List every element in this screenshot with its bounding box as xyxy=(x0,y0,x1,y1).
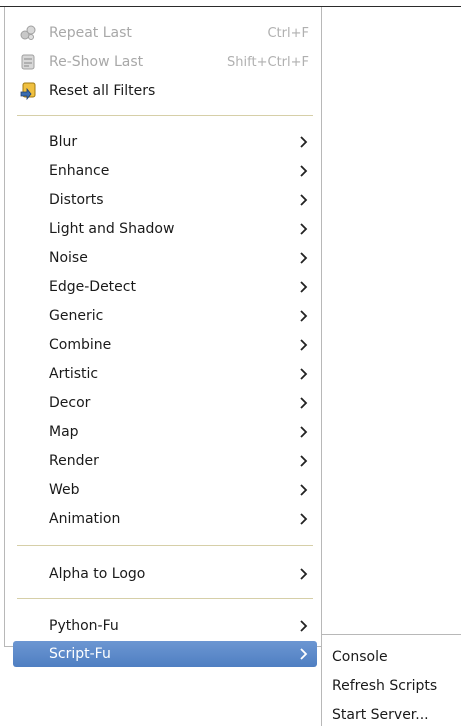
menu-item-reshow-last[interactable]: Re-Show Last Shift+Ctrl+F xyxy=(13,49,317,75)
chevron-right-icon xyxy=(300,223,308,235)
menu-item-enhance[interactable]: Enhance xyxy=(13,158,317,184)
chevron-right-icon xyxy=(300,368,308,380)
submenu-item-console[interactable]: Console xyxy=(332,645,388,669)
menu-item-combine[interactable]: Combine xyxy=(13,332,317,358)
menu-item-label: Web xyxy=(49,482,80,498)
menu-item-decor[interactable]: Decor xyxy=(13,390,317,416)
menu-item-light-and-shadow[interactable]: Light and Shadow xyxy=(13,216,317,242)
chevron-right-icon xyxy=(300,339,308,351)
menu-item-web[interactable]: Web xyxy=(13,477,317,503)
menu-item-edge-detect[interactable]: Edge-Detect xyxy=(13,274,317,300)
menu-item-shortcut: Shift+Ctrl+F xyxy=(227,54,309,70)
chevron-right-icon xyxy=(300,281,308,293)
menu-item-distorts[interactable]: Distorts xyxy=(13,187,317,213)
menu-item-label: Enhance xyxy=(49,163,110,179)
menu-item-label: Re-Show Last xyxy=(49,54,144,70)
submenu-item-label: Console xyxy=(332,649,388,665)
menu-item-noise[interactable]: Noise xyxy=(13,245,317,271)
menu-item-label: Artistic xyxy=(49,366,99,382)
chevron-right-icon xyxy=(300,397,308,409)
chevron-right-icon xyxy=(300,165,308,177)
menu-item-label: Combine xyxy=(49,337,112,353)
menu-item-artistic[interactable]: Artistic xyxy=(13,361,317,387)
menu-item-label: Light and Shadow xyxy=(49,221,175,237)
menu-item-python-fu[interactable]: Python-Fu xyxy=(13,613,317,639)
menu-item-label: Blur xyxy=(49,134,78,150)
chevron-right-icon xyxy=(300,455,308,467)
submenu-item-label: Start Server... xyxy=(332,707,429,723)
submenu-item-label: Refresh Scripts xyxy=(332,678,438,694)
menu-item-blur[interactable]: Blur xyxy=(13,129,317,155)
menu-item-label: Repeat Last xyxy=(49,25,132,41)
reshow-icon xyxy=(21,54,35,70)
chevron-right-icon xyxy=(300,426,308,438)
chevron-right-icon xyxy=(300,194,308,206)
menu-item-shortcut: Ctrl+F xyxy=(267,25,309,41)
menu-item-generic[interactable]: Generic xyxy=(13,303,317,329)
menu-item-map[interactable]: Map xyxy=(13,419,317,445)
menu-separator xyxy=(17,545,313,546)
filters-menu: Repeat Last Ctrl+F Re-Show Last Shift+Ct… xyxy=(4,7,322,667)
menu-item-reset-all-filters[interactable]: Reset all Filters xyxy=(13,78,317,104)
menu-item-label: Python-Fu xyxy=(49,618,119,634)
menu-item-label: Decor xyxy=(49,395,91,411)
menu-item-label: Noise xyxy=(49,250,88,266)
submenu-item-start-server[interactable]: Start Server... xyxy=(332,703,429,727)
menu-item-label: Alpha to Logo xyxy=(49,566,146,582)
menu-item-label: Script-Fu xyxy=(49,646,111,662)
menu-item-label: Distorts xyxy=(49,192,104,208)
menu-separator xyxy=(17,115,313,116)
menu-item-repeat-last[interactable]: Repeat Last Ctrl+F xyxy=(13,20,317,46)
menu-item-render[interactable]: Render xyxy=(13,448,317,474)
menu-item-alpha-to-logo[interactable]: Alpha to Logo xyxy=(13,561,317,587)
reset-filters-icon xyxy=(20,82,36,100)
chevron-right-icon xyxy=(300,648,308,660)
chevron-right-icon xyxy=(300,484,308,496)
chevron-right-icon xyxy=(300,513,308,525)
menu-item-label: Animation xyxy=(49,511,121,527)
chevron-right-icon xyxy=(300,310,308,322)
submenu-item-refresh-scripts[interactable]: Refresh Scripts xyxy=(332,674,437,698)
menu-item-label: Render xyxy=(49,453,99,469)
chevron-right-icon xyxy=(300,620,308,632)
script-fu-submenu: Console Refresh Scripts Start Server... xyxy=(321,634,461,726)
menu-item-label: Generic xyxy=(49,308,104,324)
menu-separator xyxy=(17,598,313,599)
menu-item-label: Reset all Filters xyxy=(49,83,156,99)
menu-item-script-fu[interactable]: Script-Fu xyxy=(13,641,317,667)
menu-item-label: Edge-Detect xyxy=(49,279,136,295)
menu-item-label: Map xyxy=(49,424,79,440)
chevron-right-icon xyxy=(300,252,308,264)
chevron-right-icon xyxy=(300,568,308,580)
menu-item-animation[interactable]: Animation xyxy=(13,506,317,532)
repeat-icon xyxy=(20,25,36,40)
chevron-right-icon xyxy=(300,136,308,148)
